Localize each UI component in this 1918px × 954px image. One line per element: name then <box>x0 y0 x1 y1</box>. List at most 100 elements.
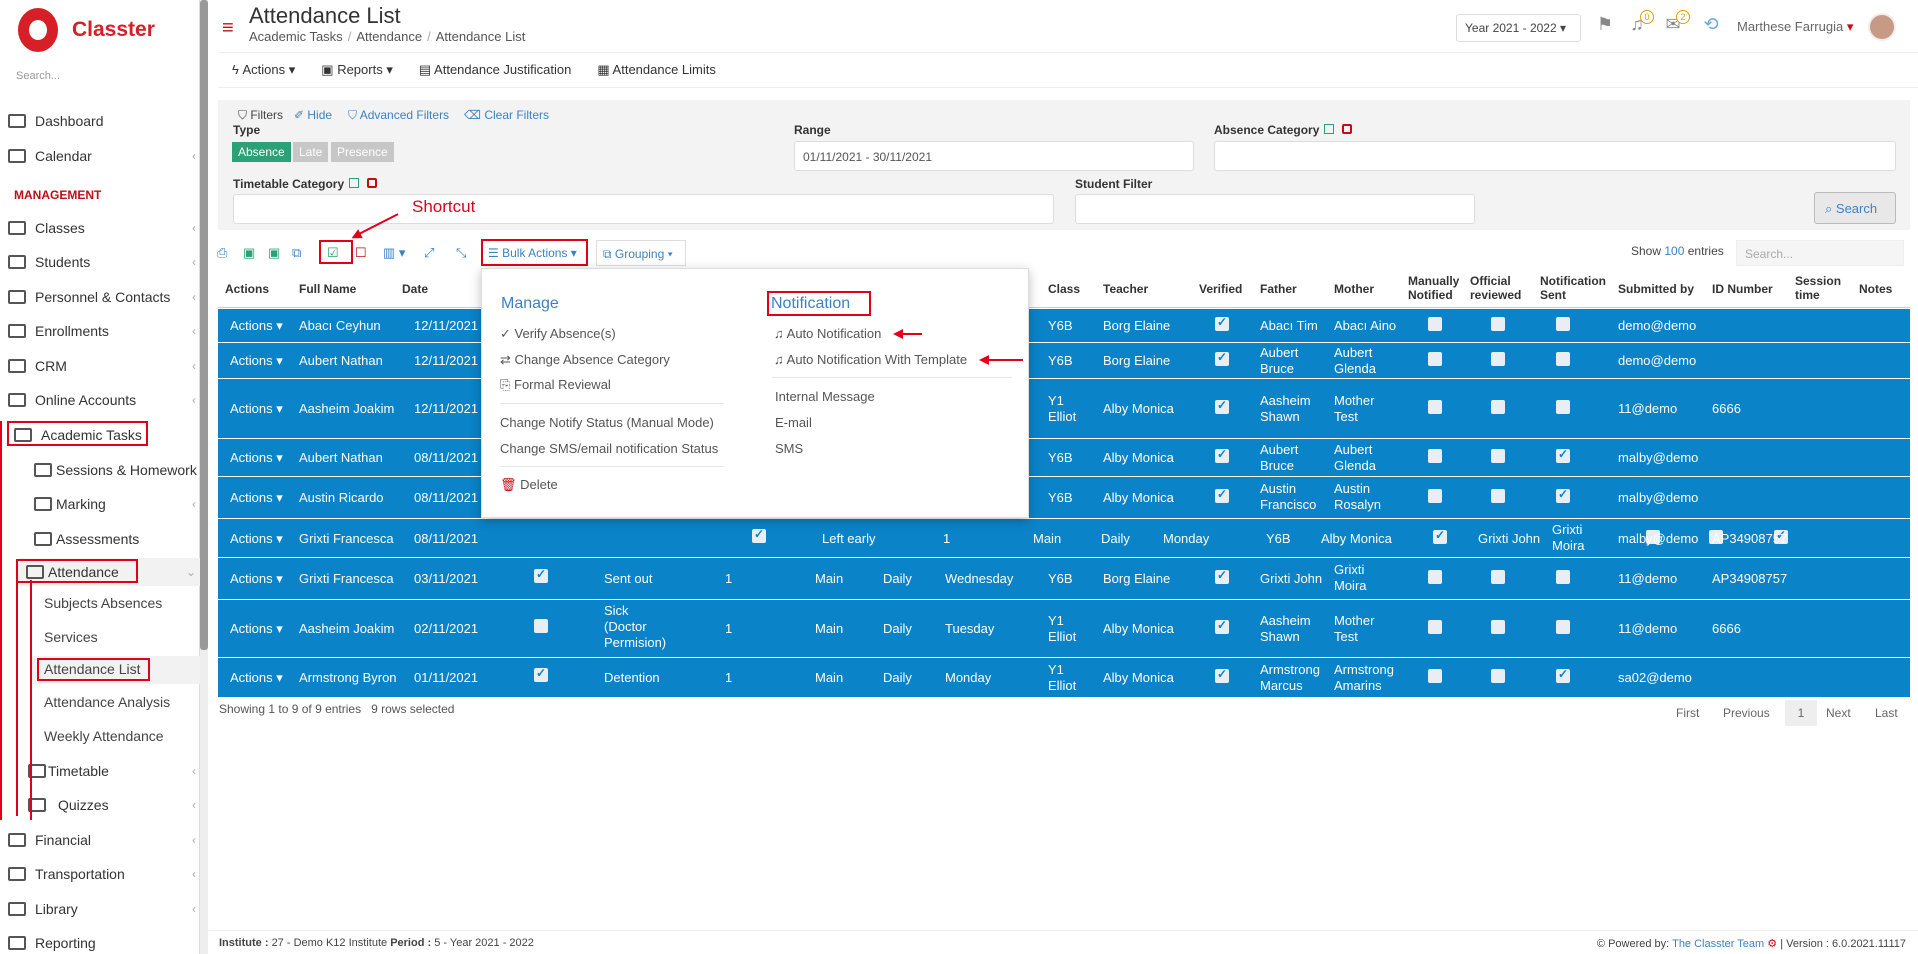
row-actions-menu[interactable]: Actions ▾ <box>230 571 283 587</box>
entries-select[interactable]: 100 <box>1664 244 1684 258</box>
sidebar-item-online-accounts[interactable]: Online Accounts ‹ <box>0 386 200 414</box>
verified-checkbox[interactable] <box>1433 528 1447 544</box>
table-row[interactable]: Actions ▾ Aubert Nathan 12/11/2021 Y6B B… <box>218 343 1910 379</box>
sidebar-item-sessions[interactable]: Sessions & Homework <box>26 456 200 484</box>
csv-icon[interactable]: ▣ <box>268 245 280 261</box>
check-all-icon[interactable] <box>1324 124 1335 134</box>
sidebar-item-calendar[interactable]: Calendar ‹ <box>0 142 200 170</box>
print-icon[interactable]: ⎙ <box>217 245 227 261</box>
avatar[interactable] <box>1868 13 1896 41</box>
menu-item-delete[interactable]: 🗑 Delete <box>500 477 558 493</box>
sidebar-item-services[interactable]: Services <box>44 629 98 645</box>
compress-icon[interactable]: ⤡ <box>456 245 466 261</box>
sidebar-item-weekly-attendance[interactable]: Weekly Attendance <box>44 728 164 744</box>
sidebar-item-subjects-absences[interactable]: Subjects Absences <box>44 595 162 611</box>
table-search-input[interactable]: Search... <box>1736 240 1904 266</box>
column-header-date[interactable]: Date <box>402 282 428 296</box>
advanced-filters-link[interactable]: ⛉ Advanced Filters <box>348 108 449 123</box>
type-tag-absence[interactable]: Absence <box>232 142 291 162</box>
verified-checkbox[interactable] <box>1215 447 1229 463</box>
brand-logo[interactable]: Classter <box>18 8 155 52</box>
menu-item-internal-message[interactable]: Internal Message <box>775 389 875 404</box>
menu-toggle-icon[interactable]: ≡ <box>222 18 234 38</box>
row-checkbox[interactable] <box>534 666 548 682</box>
column-header-notes[interactable]: Notes <box>1859 282 1892 296</box>
manually-notified-checkbox[interactable] <box>1428 669 1442 683</box>
row-actions-menu[interactable]: Actions ▾ <box>230 670 283 686</box>
uncheck-all-icon[interactable] <box>367 178 378 188</box>
menu-item-auto-notification[interactable]: ♫ Auto Notification <box>774 326 881 341</box>
student-filter-input[interactable] <box>1075 194 1475 224</box>
row-checkbox[interactable] <box>534 619 548 633</box>
manually-notified-checkbox[interactable] <box>1428 352 1442 366</box>
verified-checkbox[interactable] <box>1215 487 1229 503</box>
table-row[interactable]: Actions ▾ Grixti Francesca 03/11/2021 Se… <box>218 558 1910 600</box>
uncheck-all-rows-icon[interactable]: ☐ <box>355 245 367 261</box>
sidebar-item-assessments[interactable]: Assessments <box>26 525 200 553</box>
column-header-manually-notified[interactable]: Manually Notified <box>1408 274 1466 302</box>
official-reviewed-checkbox[interactable] <box>1491 620 1505 634</box>
sidebar-item-transportation[interactable]: Transportation ‹ <box>0 860 200 888</box>
column-header-notification-sent[interactable]: Notification Sent <box>1540 274 1610 302</box>
columns-icon[interactable]: ▥ ▾ <box>383 245 405 261</box>
row-checkbox[interactable] <box>534 567 548 583</box>
sidebar-item-students[interactable]: Students ‹ <box>0 248 200 276</box>
pager-page-1[interactable]: 1 <box>1785 700 1817 726</box>
attendance-justification-link[interactable]: ▤ Attendance Justification <box>419 62 572 78</box>
notification-sent-checkbox[interactable] <box>1556 400 1570 414</box>
breadcrumb-item[interactable]: Attendance <box>356 29 422 44</box>
column-header-submitted-by[interactable]: Submitted by <box>1618 282 1694 296</box>
sidebar-item-reporting[interactable]: Reporting <box>0 929 200 954</box>
notification-sent-checkbox[interactable] <box>1556 570 1570 584</box>
attendance-limits-link[interactable]: ▦ Attendance Limits <box>597 62 716 78</box>
sidebar-item-timetable[interactable]: Timetable ‹ <box>20 757 200 785</box>
flag-icon[interactable]: ⚑ <box>1594 14 1616 36</box>
manually-notified-checkbox[interactable] <box>1428 317 1442 331</box>
manually-notified-checkbox[interactable] <box>1428 400 1442 414</box>
actions-menu[interactable]: ϟ Actions ▾ <box>232 62 295 78</box>
menu-item-sms[interactable]: SMS <box>775 441 803 456</box>
user-menu[interactable]: Marthese Farrugia ▾ <box>1737 19 1853 35</box>
official-reviewed-checkbox[interactable] <box>1491 570 1505 584</box>
official-reviewed-checkbox[interactable] <box>1491 489 1505 503</box>
table-row[interactable]: Actions ▾ Austin Ricardo 08/11/2021 Y6B … <box>218 477 1910 519</box>
sidebar-item-marking[interactable]: Marking ‹ <box>26 490 200 518</box>
table-row[interactable]: Actions ▾ Grixti Francesca 08/11/2021 Le… <box>218 519 1910 558</box>
uncheck-all-icon[interactable] <box>1342 124 1353 134</box>
row-actions-menu[interactable]: Actions ▾ <box>230 450 283 466</box>
menu-item-email[interactable]: E-mail <box>775 415 812 430</box>
sidebar-item-personnel[interactable]: Personnel & Contacts ‹ <box>0 283 200 311</box>
notification-sent-checkbox[interactable] <box>1556 447 1570 463</box>
expand-icon[interactable]: ⤢ <box>424 245 434 261</box>
absence-category-input[interactable] <box>1214 141 1896 171</box>
sidebar-item-enrollments[interactable]: Enrollments ‹ <box>0 317 200 345</box>
table-row[interactable]: Actions ▾ Abacı Ceyhun 12/11/2021 Y6B Bo… <box>218 309 1910 343</box>
column-header-class[interactable]: Class <box>1048 282 1080 296</box>
row-actions-menu[interactable]: Actions ▾ <box>230 490 283 506</box>
sidebar-scroll-thumb[interactable] <box>200 0 208 650</box>
bell-icon[interactable]: ♫ 0 <box>1626 10 1654 36</box>
notification-sent-checkbox[interactable] <box>1556 667 1570 683</box>
sidebar-item-financial[interactable]: Financial ‹ <box>0 826 200 854</box>
menu-item-change-absence-category[interactable]: ⇄ Change Absence Category <box>500 352 670 368</box>
sidebar-item-library[interactable]: Library ‹ <box>0 895 200 923</box>
verified-checkbox[interactable] <box>1215 667 1229 683</box>
manually-notified-checkbox[interactable] <box>1428 449 1442 463</box>
range-input[interactable]: 01/11/2021 - 30/11/2021 <box>794 141 1194 171</box>
verified-checkbox[interactable] <box>1215 398 1229 414</box>
hide-filters-link[interactable]: ✐ Hide <box>294 108 332 122</box>
sidebar-item-classes[interactable]: Classes ‹ <box>0 214 200 242</box>
row-checkbox[interactable] <box>752 527 766 543</box>
menu-item-verify-absences[interactable]: ✓ Verify Absence(s) <box>500 326 616 342</box>
row-actions-menu[interactable]: Actions ▾ <box>230 318 283 334</box>
column-header-mother[interactable]: Mother <box>1334 282 1374 296</box>
column-header-teacher[interactable]: Teacher <box>1103 282 1148 296</box>
timetable-category-input[interactable] <box>233 194 1054 224</box>
type-tag-presence[interactable]: Presence <box>331 142 394 162</box>
official-reviewed-checkbox[interactable] <box>1491 317 1505 331</box>
row-actions-menu[interactable]: Actions ▾ <box>230 531 283 547</box>
verified-checkbox[interactable] <box>1215 568 1229 584</box>
verified-checkbox[interactable] <box>1215 350 1229 366</box>
notification-sent-checkbox[interactable] <box>1556 487 1570 503</box>
breadcrumb-item[interactable]: Academic Tasks <box>249 29 343 44</box>
